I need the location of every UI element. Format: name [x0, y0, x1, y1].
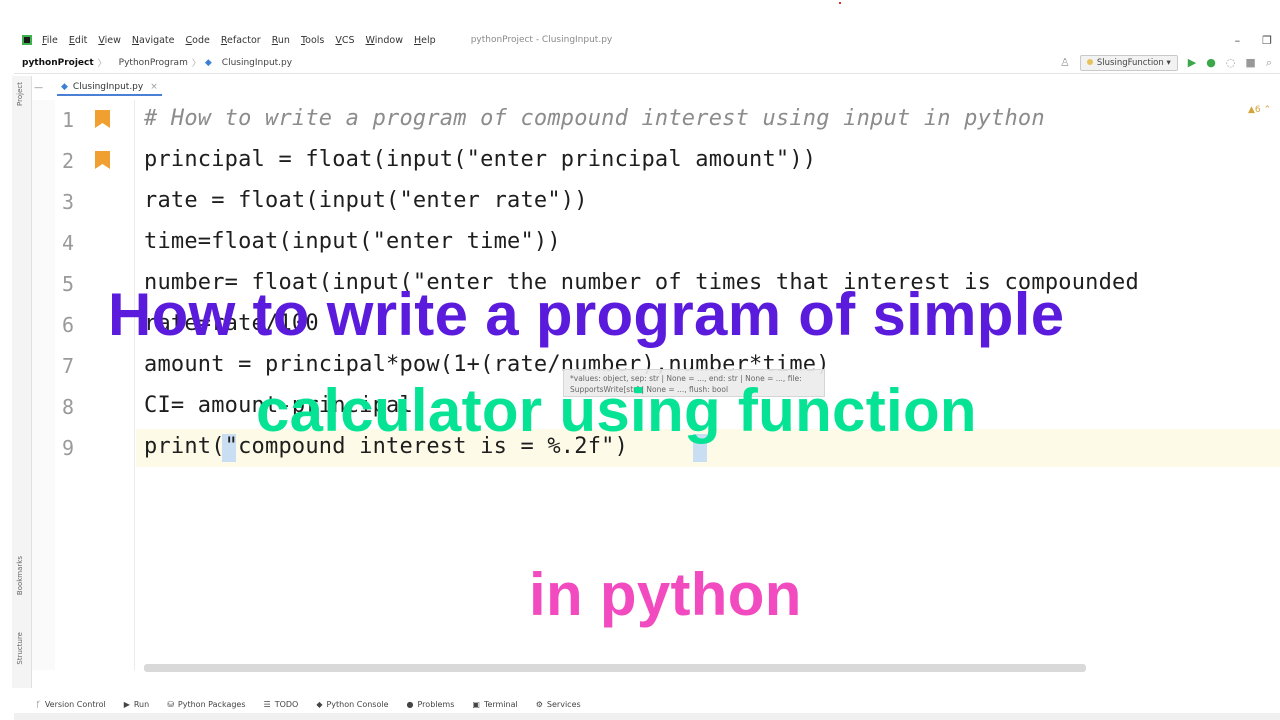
debug-icon[interactable]: ●	[1206, 56, 1216, 69]
python-file-icon: ◆	[204, 57, 212, 68]
ide-window: File Edit View Navigate Code Refactor Ru…	[0, 0, 1280, 720]
menu-file[interactable]: File	[42, 35, 58, 46]
project-tool-button[interactable]: Project	[16, 82, 24, 106]
menu-navigate[interactable]: Navigate	[132, 35, 175, 46]
line-number: 7	[62, 354, 75, 378]
horizontal-scrollbar[interactable]	[144, 664, 1086, 672]
menu-help[interactable]: Help	[414, 35, 436, 46]
breadcrumb-file[interactable]: ClusingInput.py	[222, 58, 292, 68]
breadcrumb-separator: 〉	[191, 59, 201, 69]
play-icon: ▶	[123, 699, 130, 709]
list-icon: ☰	[263, 699, 271, 709]
run-icon[interactable]: ▶	[1188, 56, 1196, 69]
coverage-icon[interactable]: ◌	[1226, 56, 1236, 69]
minimize-icon[interactable]: –	[1235, 34, 1241, 47]
menu-bar: File Edit View Navigate Code Refactor Ru…	[14, 30, 1280, 50]
terminal-icon: ▣	[472, 699, 480, 709]
bookmarks-tool-button[interactable]: Bookmarks	[16, 556, 24, 595]
code-line-4[interactable]: time=float(input("enter time"))	[144, 229, 561, 254]
tool-label: Run	[133, 699, 150, 709]
menu-run[interactable]: Run	[272, 35, 290, 46]
overlay-title-line-1: How to write a program of simple	[108, 281, 1065, 348]
python-packages-tool-button[interactable]: ⛁ Python Packages	[167, 700, 245, 709]
line-number: 8	[62, 395, 75, 419]
line-number: 5	[62, 272, 75, 296]
pycharm-logo-icon	[22, 35, 32, 45]
tool-label: Terminal	[483, 699, 518, 709]
close-icon[interactable]: ×	[150, 82, 158, 92]
tab-clusinginput[interactable]: ◆ ClusingInput.py ×	[57, 80, 162, 96]
terminal-tool-button[interactable]: ▣ Terminal	[472, 700, 517, 709]
status-bar	[14, 713, 1280, 720]
breadcrumb-folder[interactable]: PythonProgram	[119, 58, 188, 68]
tool-label: Services	[546, 699, 581, 709]
stop-icon[interactable]: ■	[1245, 56, 1255, 69]
run-configuration-select[interactable]: SlusingFunction ▾	[1079, 54, 1178, 71]
python-config-icon	[1086, 58, 1093, 65]
editor-tab-bar: — ◆ ClusingInput.py ×	[34, 78, 1280, 98]
restore-icon[interactable]: ❐	[1262, 34, 1272, 47]
user-icon[interactable]: ♙	[1060, 56, 1070, 69]
line-number: 3	[62, 190, 75, 214]
problems-tool-button[interactable]: ● Problems	[407, 700, 455, 709]
overlay-title-line-3: in python	[529, 561, 802, 628]
menu-edit[interactable]: Edit	[69, 35, 87, 46]
menu-refactor[interactable]: Refactor	[221, 35, 261, 46]
services-tool-button[interactable]: ⚙ Services	[536, 700, 581, 709]
menu-window[interactable]: Window	[366, 35, 403, 46]
collapse-icon[interactable]: —	[34, 83, 43, 93]
python-file-icon: ◆	[61, 82, 68, 92]
code-line-1[interactable]: # How to write a program of compound int…	[144, 106, 1045, 131]
editor-left-margin	[32, 100, 55, 670]
editor-gutter	[55, 100, 135, 670]
packages-icon: ⛁	[167, 699, 174, 709]
tool-label: Version Control	[44, 699, 106, 709]
line-number: 1	[62, 108, 75, 132]
recording-dot	[839, 2, 841, 4]
search-icon[interactable]: ⌕	[1266, 56, 1272, 70]
menu-tools[interactable]: Tools	[301, 35, 324, 46]
navigation-bar: pythonProject 〉 PythonProgram 〉 ◆ Clusin…	[14, 52, 1280, 74]
window-title: pythonProject - ClusingInput.py	[470, 35, 613, 45]
todo-tool-button[interactable]: ☰ TODO	[264, 700, 299, 709]
tool-label: Python Packages	[177, 699, 246, 709]
python-console-tool-button[interactable]: ◆ Python Console	[316, 700, 388, 709]
code-line-2[interactable]: principal = float(input("enter principal…	[144, 147, 816, 172]
menu-vcs[interactable]: VCS	[335, 35, 354, 46]
line-number: 9	[62, 436, 75, 460]
overlay-title-line-2: calculator using function	[256, 377, 977, 444]
menu-view[interactable]: View	[98, 35, 121, 46]
services-icon: ⚙	[535, 699, 543, 709]
left-tool-strip: Project Bookmarks Structure	[12, 76, 32, 688]
line-number: 4	[62, 231, 75, 255]
tool-label: Python Console	[326, 699, 389, 709]
tool-window-bar: ᚴ Version Control ▶ Run ⛁ Python Packages ☰…	[14, 696, 1280, 712]
branch-icon: ᚴ	[36, 699, 41, 709]
breadcrumb-separator: 〉	[97, 59, 107, 69]
code-line-3[interactable]: rate = float(input("enter rate"))	[144, 188, 588, 213]
run-tool-button[interactable]: ▶ Run	[124, 700, 150, 709]
console-icon: ◆	[316, 699, 323, 709]
window-controls: – ❐	[1235, 34, 1272, 47]
toolbar-right: ♙ SlusingFunction ▾ ▶ ● ◌ ■ ⌕	[1060, 54, 1272, 71]
breadcrumb-project[interactable]: pythonProject	[22, 58, 94, 68]
problems-icon: ●	[406, 699, 414, 709]
tab-label: ClusingInput.py	[72, 82, 144, 92]
structure-tool-button[interactable]: Structure	[16, 632, 24, 665]
inspection-warning-counter[interactable]: ▲6 ⌃	[1248, 105, 1271, 115]
tool-label: TODO	[274, 699, 299, 709]
line-number: 6	[62, 313, 75, 337]
menu-code[interactable]: Code	[186, 35, 210, 46]
line-number: 2	[62, 149, 75, 173]
tool-label: Problems	[417, 699, 455, 709]
version-control-tool-button[interactable]: ᚴ Version Control	[36, 700, 106, 709]
run-configuration-label: SlusingFunction	[1096, 57, 1164, 68]
